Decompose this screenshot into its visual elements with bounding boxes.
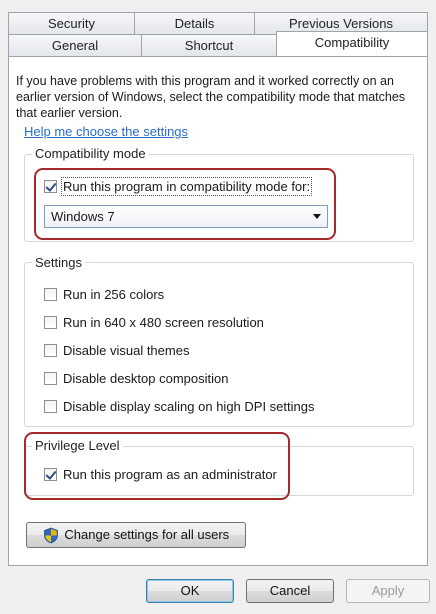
compatibility-mode-group bbox=[24, 154, 414, 242]
setting-desktop-composition-checkbox[interactable] bbox=[44, 372, 57, 385]
run-as-admin-label: Run this program as an administrator bbox=[63, 467, 277, 482]
chevron-down-icon bbox=[313, 214, 321, 219]
run-as-admin-row[interactable]: Run this program as an administrator bbox=[44, 467, 277, 482]
compatibility-mode-selected-value: Windows 7 bbox=[51, 209, 115, 224]
setting-256-colors-label: Run in 256 colors bbox=[63, 287, 165, 302]
setting-visual-themes-row[interactable]: Disable visual themes bbox=[44, 343, 189, 358]
uac-shield-icon bbox=[43, 527, 58, 544]
setting-desktop-composition-label: Disable desktop composition bbox=[63, 371, 229, 386]
apply-button[interactable]: Apply bbox=[346, 579, 430, 603]
tab-security[interactable]: Security bbox=[8, 12, 135, 34]
checkmark-icon bbox=[45, 468, 57, 480]
setting-256-colors-checkbox[interactable] bbox=[44, 288, 57, 301]
tab-details[interactable]: Details bbox=[134, 12, 255, 34]
tab-compatibility[interactable]: Compatibility bbox=[276, 31, 428, 56]
settings-title: Settings bbox=[32, 255, 85, 270]
setting-256-colors-row[interactable]: Run in 256 colors bbox=[44, 287, 164, 302]
setting-640x480-row[interactable]: Run in 640 x 480 screen resolution bbox=[44, 315, 264, 330]
privilege-level-title: Privilege Level bbox=[32, 438, 123, 453]
compatibility-mode-checkbox-row[interactable]: Run this program in compatibility mode f… bbox=[44, 177, 313, 196]
setting-dpi-scaling-checkbox[interactable] bbox=[44, 400, 57, 413]
compatibility-mode-select[interactable]: Windows 7 bbox=[44, 205, 328, 228]
cancel-button[interactable]: Cancel bbox=[246, 579, 334, 603]
setting-visual-themes-checkbox[interactable] bbox=[44, 344, 57, 357]
tab-general[interactable]: General bbox=[8, 34, 142, 56]
setting-dpi-scaling-label: Disable display scaling on high DPI sett… bbox=[63, 399, 315, 414]
setting-dpi-scaling-row[interactable]: Disable display scaling on high DPI sett… bbox=[44, 399, 314, 414]
setting-640x480-checkbox[interactable] bbox=[44, 316, 57, 329]
compatibility-mode-label: Run this program in compatibility mode f… bbox=[60, 177, 313, 196]
ok-button[interactable]: OK bbox=[146, 579, 234, 603]
tab-shortcut[interactable]: Shortcut bbox=[141, 34, 277, 56]
change-settings-all-users-button[interactable]: Change settings for all users bbox=[26, 522, 246, 548]
checkmark-icon bbox=[45, 180, 57, 192]
compatibility-mode-title: Compatibility mode bbox=[32, 146, 149, 161]
intro-text: If you have problems with this program a… bbox=[16, 74, 406, 120]
setting-640x480-label: Run in 640 x 480 screen resolution bbox=[63, 315, 264, 330]
run-as-admin-checkbox[interactable] bbox=[44, 468, 57, 481]
compatibility-mode-checkbox[interactable] bbox=[44, 180, 57, 193]
setting-desktop-composition-row[interactable]: Disable desktop composition bbox=[44, 371, 228, 386]
change-settings-all-users-label: Change settings for all users bbox=[64, 527, 230, 542]
setting-visual-themes-label: Disable visual themes bbox=[63, 343, 190, 358]
help-link[interactable]: Help me choose the settings bbox=[24, 124, 188, 139]
